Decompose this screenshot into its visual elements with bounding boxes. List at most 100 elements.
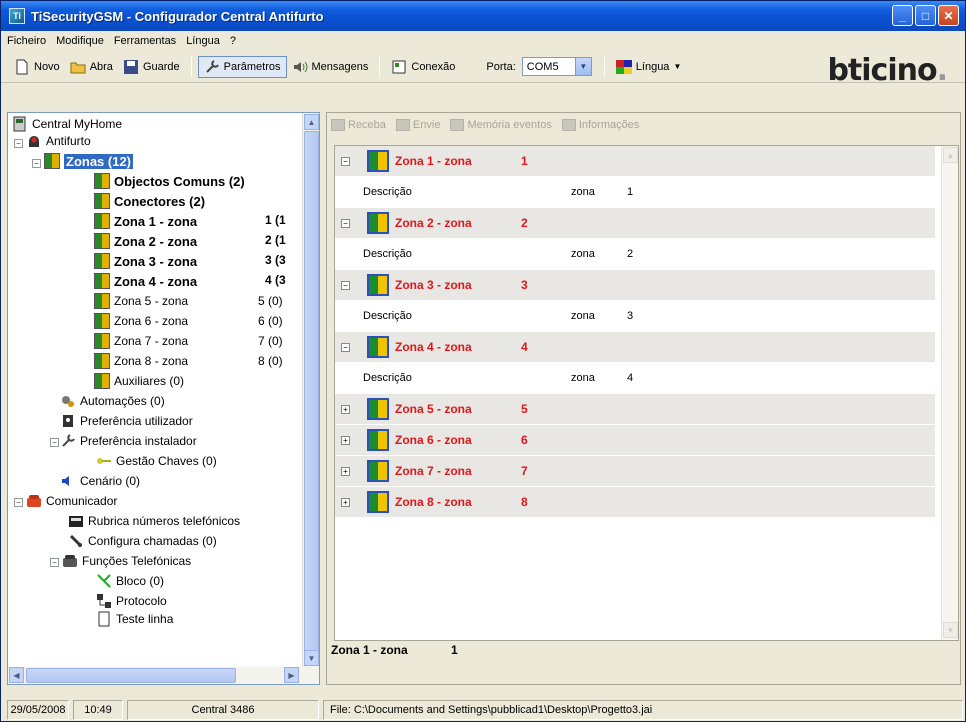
- tree-automacoes[interactable]: Automações (0): [60, 391, 165, 411]
- tree-vertical-scrollbar[interactable]: ▲ ▼: [302, 113, 319, 668]
- speaker-icon: [293, 61, 307, 72]
- tree-rubrica[interactable]: Rubrica números telefónicos: [68, 511, 240, 531]
- close-button[interactable]: ✕: [938, 5, 959, 26]
- zone-detail-row[interactable]: Descrição zona 3: [335, 301, 935, 331]
- tree-zone[interactable]: Zona 5 - zona: [94, 291, 188, 311]
- zone-detail-row[interactable]: Descrição zona 2: [335, 239, 935, 269]
- zone-row[interactable]: + Zona 5 - zona 5: [335, 394, 935, 424]
- tree-objectos[interactable]: Objectos Comuns (2): [94, 171, 245, 191]
- scroll-up-icon[interactable]: ▲: [943, 147, 958, 163]
- tree-configura[interactable]: Configura chamadas (0): [68, 531, 217, 551]
- menu-lingua[interactable]: Língua: [186, 35, 220, 47]
- scenario-icon: [62, 476, 69, 486]
- guarde-button[interactable]: Guarde: [118, 56, 185, 78]
- dropdown-arrow-icon[interactable]: ▼: [574, 58, 591, 75]
- tree-gestao-chaves[interactable]: Gestão Chaves (0): [96, 451, 217, 471]
- block-icon: [97, 574, 111, 588]
- scroll-down-icon[interactable]: ▼: [943, 622, 958, 638]
- wrench-icon: [205, 59, 219, 73]
- zone-row[interactable]: − Zona 1 - zona 1: [335, 146, 935, 176]
- envie-button[interactable]: Envie: [395, 119, 440, 131]
- conexao-label: Conexão: [411, 60, 456, 73]
- zone-row[interactable]: + Zona 6 - zona 6: [335, 425, 935, 455]
- tree-expander[interactable]: −: [32, 159, 41, 168]
- send-icon: [395, 119, 410, 131]
- tree-cenario[interactable]: Cenário (0): [60, 471, 140, 491]
- tree-zonas[interactable]: Zonas (12): [44, 151, 134, 171]
- menu-modifique[interactable]: Modifique: [56, 35, 104, 47]
- tree-teste[interactable]: Teste linha: [96, 609, 173, 629]
- tree-auxiliares[interactable]: Auxiliares (0): [94, 371, 184, 391]
- tree-conectores[interactable]: Conectores (2): [94, 191, 205, 211]
- main-toolbar: Novo Abra Guarde Parâmetros Mensagens Co…: [1, 51, 965, 83]
- parametros-button[interactable]: Parâmetros: [197, 55, 287, 78]
- zone-detail-row[interactable]: Descrição zona 4: [335, 363, 935, 393]
- conexao-button[interactable]: Conexão: [386, 56, 460, 78]
- informacoes-button[interactable]: Informações: [561, 119, 639, 131]
- collapse-icon[interactable]: −: [341, 218, 350, 228]
- expand-icon[interactable]: +: [341, 466, 350, 476]
- tree-expander[interactable]: −: [14, 498, 23, 507]
- tree-zone-count: 8 (0): [258, 354, 283, 368]
- zone-row[interactable]: − Zona 2 - zona 2: [335, 208, 935, 238]
- scroll-thumb[interactable]: [304, 131, 319, 651]
- tree-bloco[interactable]: Bloco (0): [96, 571, 164, 591]
- menu-help[interactable]: ?: [230, 35, 236, 47]
- scroll-right-icon[interactable]: ▶: [284, 667, 299, 683]
- zone-row[interactable]: − Zona 4 - zona 4: [335, 332, 935, 362]
- mensagens-button[interactable]: Mensagens: [287, 56, 374, 78]
- tree-zone[interactable]: Zona 7 - zona: [94, 331, 188, 351]
- title-bar[interactable]: Ti TiSecurityGSM - Configurador Central …: [1, 1, 965, 31]
- tree-zone-count: 3 (3: [265, 253, 286, 267]
- tree-zone[interactable]: Zona 2 - zona: [94, 231, 197, 251]
- tree-funcoes[interactable]: Funções Telefónicas: [62, 551, 191, 571]
- menu-ficheiro[interactable]: Ficheiro: [7, 35, 46, 47]
- tree-zone[interactable]: Zona 3 - zona: [94, 251, 197, 271]
- zone-icon: [44, 153, 60, 169]
- navigation-tree: Central MyHome − Antifurto − Zonas (12) …: [8, 113, 303, 668]
- abra-button[interactable]: Abra: [65, 56, 118, 78]
- collapse-icon[interactable]: −: [341, 280, 350, 290]
- tree-pref-utilizador[interactable]: Preferência utilizador: [60, 411, 193, 431]
- novo-button[interactable]: Novo: [9, 56, 65, 78]
- tree-expander[interactable]: −: [50, 558, 59, 567]
- zone-row[interactable]: + Zona 8 - zona 8: [335, 487, 935, 517]
- tree-horizontal-scrollbar[interactable]: ◀ ▶: [8, 667, 319, 684]
- tree-zone[interactable]: Zona 6 - zona: [94, 311, 188, 331]
- app-window: Ti TiSecurityGSM - Configurador Central …: [0, 0, 966, 722]
- scroll-down-icon[interactable]: ▼: [304, 650, 319, 666]
- expand-icon[interactable]: +: [341, 435, 350, 445]
- tree-expander[interactable]: −: [50, 438, 59, 447]
- zone-icon: [94, 293, 110, 309]
- expand-icon[interactable]: +: [341, 497, 350, 507]
- grid-vertical-scrollbar[interactable]: ▲ ▼: [941, 146, 958, 640]
- tree-protocolo[interactable]: Protocolo: [96, 591, 167, 611]
- scroll-thumb[interactable]: [26, 668, 236, 683]
- tree-antifurto[interactable]: Antifurto: [26, 131, 91, 151]
- tree-expander[interactable]: −: [14, 139, 23, 148]
- memoria-eventos-button[interactable]: Memória eventos: [450, 119, 552, 131]
- collapse-icon[interactable]: −: [341, 156, 350, 166]
- tree-comunicador[interactable]: Comunicador: [26, 491, 117, 511]
- scroll-left-icon[interactable]: ◀: [9, 667, 24, 683]
- maximize-button[interactable]: □: [915, 5, 936, 26]
- receba-button[interactable]: Receba: [331, 119, 386, 131]
- porta-select[interactable]: COM5 ▼: [521, 57, 592, 76]
- zone-detail-row[interactable]: Descrição zona 1: [335, 177, 935, 207]
- status-time: 10:49: [73, 700, 123, 720]
- tree-zone[interactable]: Zona 1 - zona: [94, 211, 197, 231]
- selection-caption: Zona 1 - zona 1: [331, 643, 458, 657]
- lingua-button[interactable]: Língua ▼: [611, 56, 687, 78]
- tree-pref-instalador[interactable]: Preferência instalador: [60, 431, 197, 451]
- collapse-icon[interactable]: −: [341, 342, 350, 352]
- zone-row[interactable]: − Zona 3 - zona 3: [335, 270, 935, 300]
- zone-icon: [367, 212, 389, 234]
- expand-icon[interactable]: +: [341, 404, 350, 414]
- zone-row[interactable]: + Zona 7 - zona 7: [335, 456, 935, 486]
- minimize-button[interactable]: _: [892, 5, 913, 26]
- window-title: TiSecurityGSM - Configurador Central Ant…: [31, 8, 324, 24]
- tree-zone[interactable]: Zona 8 - zona: [94, 351, 188, 371]
- scroll-up-icon[interactable]: ▲: [304, 114, 319, 130]
- tree-zone[interactable]: Zona 4 - zona: [94, 271, 197, 291]
- menu-ferramentas[interactable]: Ferramentas: [114, 35, 176, 47]
